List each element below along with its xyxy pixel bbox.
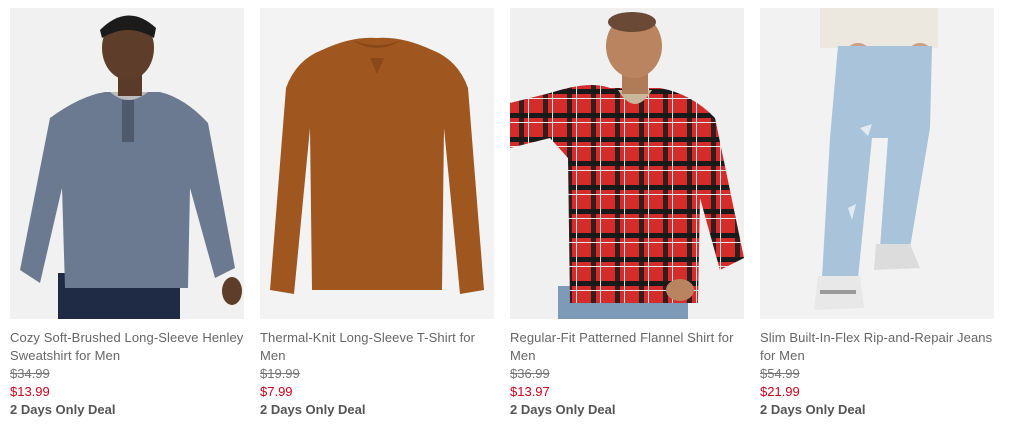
sale-price: $13.99 [10,384,50,399]
product-title[interactable]: Regular-Fit Patterned Flannel Shirt for … [510,329,744,365]
deal-badge: 2 Days Only Deal [260,402,366,417]
product-card[interactable]: Cozy Soft-Brushed Long-Sleeve Henley Swe… [10,8,244,419]
product-grid: Cozy Soft-Brushed Long-Sleeve Henley Swe… [0,0,1022,425]
deal-badge: 2 Days Only Deal [510,402,616,417]
original-price: $36.99 [510,366,550,381]
product-image-jeans[interactable] [760,8,994,319]
product-image-thermal-tee[interactable] [260,8,494,319]
original-price: $54.99 [760,366,800,381]
product-title[interactable]: Thermal-Knit Long-Sleeve T-Shirt for Men [260,329,494,365]
sale-price: $7.99 [260,384,293,399]
original-price: $19.99 [260,366,300,381]
product-title[interactable]: Slim Built-In-Flex Rip-and-Repair Jeans … [760,329,994,365]
sale-price: $21.99 [760,384,800,399]
original-price: $34.99 [10,366,50,381]
product-image-henley[interactable] [10,8,244,319]
product-title[interactable]: Cozy Soft-Brushed Long-Sleeve Henley Swe… [10,329,244,365]
product-card[interactable]: Regular-Fit Patterned Flannel Shirt for … [510,8,744,419]
product-card[interactable]: Thermal-Knit Long-Sleeve T-Shirt for Men… [260,8,494,419]
deal-badge: 2 Days Only Deal [10,402,116,417]
deal-badge: 2 Days Only Deal [760,402,866,417]
product-card[interactable]: Slim Built-In-Flex Rip-and-Repair Jeans … [760,8,994,419]
sale-price: $13.97 [510,384,550,399]
product-image-flannel[interactable] [510,8,744,319]
